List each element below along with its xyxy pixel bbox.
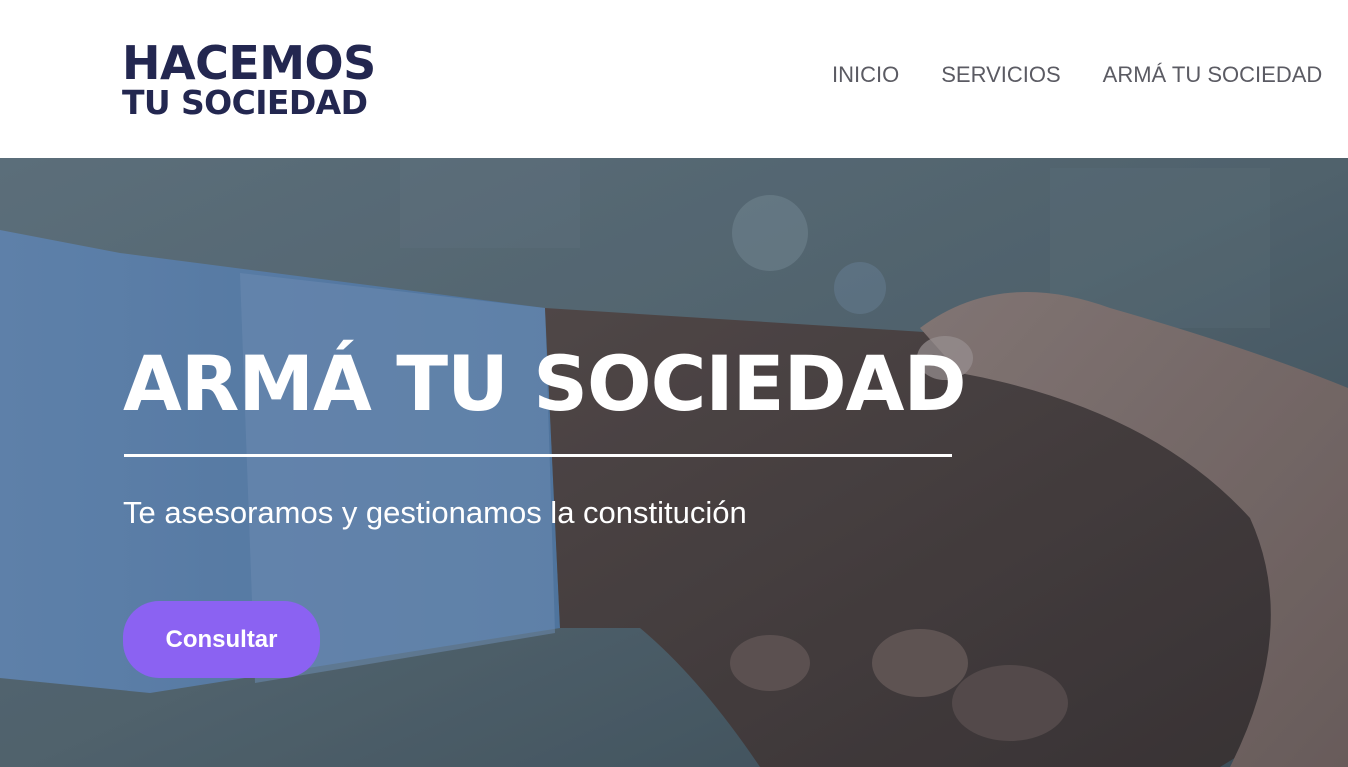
hero-subtitle: Te asesoramos y gestionamos la constituc…: [123, 495, 747, 530]
site-logo[interactable]: HACEMOS TU SOCIEDAD: [122, 40, 376, 119]
logo-line-tu-sociedad: TU SOCIEDAD: [122, 83, 368, 122]
nav-item-servicios[interactable]: SERVICIOS: [941, 62, 1060, 88]
hero-section: ARMÁ TU SOCIEDAD Te asesoramos y gestion…: [0, 158, 1348, 767]
hero-title: ARMÁ TU SOCIEDAD: [123, 339, 967, 428]
nav-item-inicio[interactable]: INICIO: [832, 62, 899, 88]
logo-line-hacemos: HACEMOS: [122, 36, 376, 90]
nav-item-arma-tu-sociedad[interactable]: ARMÁ TU SOCIEDAD: [1103, 62, 1323, 88]
hero-content: ARMÁ TU SOCIEDAD Te asesoramos y gestion…: [123, 339, 967, 531]
consultar-button[interactable]: Consultar: [123, 601, 320, 678]
site-header: HACEMOS TU SOCIEDAD INICIO SERVICIOS ARM…: [0, 0, 1348, 158]
hero-divider: [124, 454, 952, 457]
main-nav: INICIO SERVICIOS ARMÁ TU SOCIEDAD P: [832, 62, 1348, 88]
